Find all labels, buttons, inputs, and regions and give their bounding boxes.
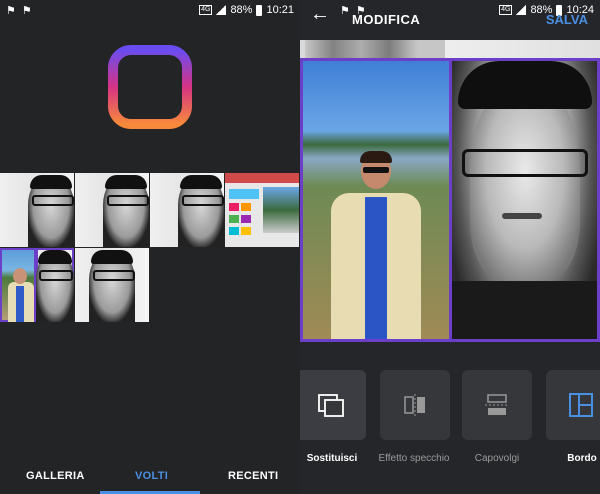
previous-photo-strip: [300, 40, 600, 58]
flip-label: Capovolgi: [474, 453, 520, 464]
border-icon: [569, 393, 593, 417]
notification-icons: ⚑ ⚑: [6, 4, 32, 17]
photo-thumbnail[interactable]: [75, 173, 149, 247]
layout-edit-screen: ⚑ ⚑ 4G 88% 10:24 ← MODIFICA SALVA Sostit…: [300, 0, 600, 494]
save-button[interactable]: SALVA: [546, 12, 588, 27]
tab-volti[interactable]: VOLTI: [135, 470, 168, 482]
photo-thumbnail[interactable]: [225, 173, 299, 247]
tab-recenti[interactable]: RECENTI: [228, 470, 278, 482]
flag-notification-icon: ⚑: [21, 5, 32, 17]
edit-toolbar: Sostituisci Effetto specchio Capovolgi B…: [300, 370, 600, 470]
clock: 10:21: [266, 4, 294, 16]
tab-galleria[interactable]: GALLERIA: [26, 470, 85, 482]
photo-thumbnail[interactable]: [150, 173, 224, 247]
replace-button[interactable]: [300, 370, 366, 440]
mirror-effect-label: Effetto specchio: [378, 453, 450, 464]
photo-thumbnail-selected[interactable]: [0, 248, 36, 322]
status-right: 4G 88% 10:21: [199, 4, 294, 16]
border-label: Bordo: [567, 453, 597, 464]
mirror-icon: [404, 394, 425, 416]
replace-icon: [318, 394, 344, 417]
flip-button[interactable]: [462, 370, 532, 440]
back-arrow-icon[interactable]: ←: [310, 4, 330, 24]
border-button[interactable]: [546, 370, 600, 440]
replace-label: Sostituisci: [306, 453, 358, 464]
layout-logo-icon: [108, 45, 192, 129]
bottom-tabs: GALLERIA VOLTI RECENTI: [0, 458, 300, 494]
collage-cell-bw-photo[interactable]: [452, 61, 597, 339]
battery-icon: [256, 4, 263, 16]
photo-thumbnail[interactable]: [0, 173, 74, 247]
battery-percent: 88%: [230, 4, 253, 16]
page-title: MODIFICA: [352, 12, 421, 27]
status-bar: ⚑ ⚑ 4G 88% 10:21: [0, 0, 300, 22]
edit-header: ← MODIFICA SALVA: [300, 0, 600, 36]
mirror-effect-button[interactable]: [380, 370, 450, 440]
flip-icon: [485, 394, 509, 415]
network-icon: 4G: [199, 5, 213, 15]
signal-icon: [216, 5, 227, 15]
photo-thumbnail-selected[interactable]: [36, 248, 74, 322]
photo-thumbnail[interactable]: [75, 248, 149, 322]
collage-cell-color-photo[interactable]: [303, 61, 449, 339]
layout-home-screen: ⚑ ⚑ 4G 88% 10:21 GALLERIA VOLTI RECENTI: [0, 0, 300, 494]
collage-canvas[interactable]: [300, 58, 600, 342]
flag-notification-icon: ⚑: [6, 5, 16, 17]
